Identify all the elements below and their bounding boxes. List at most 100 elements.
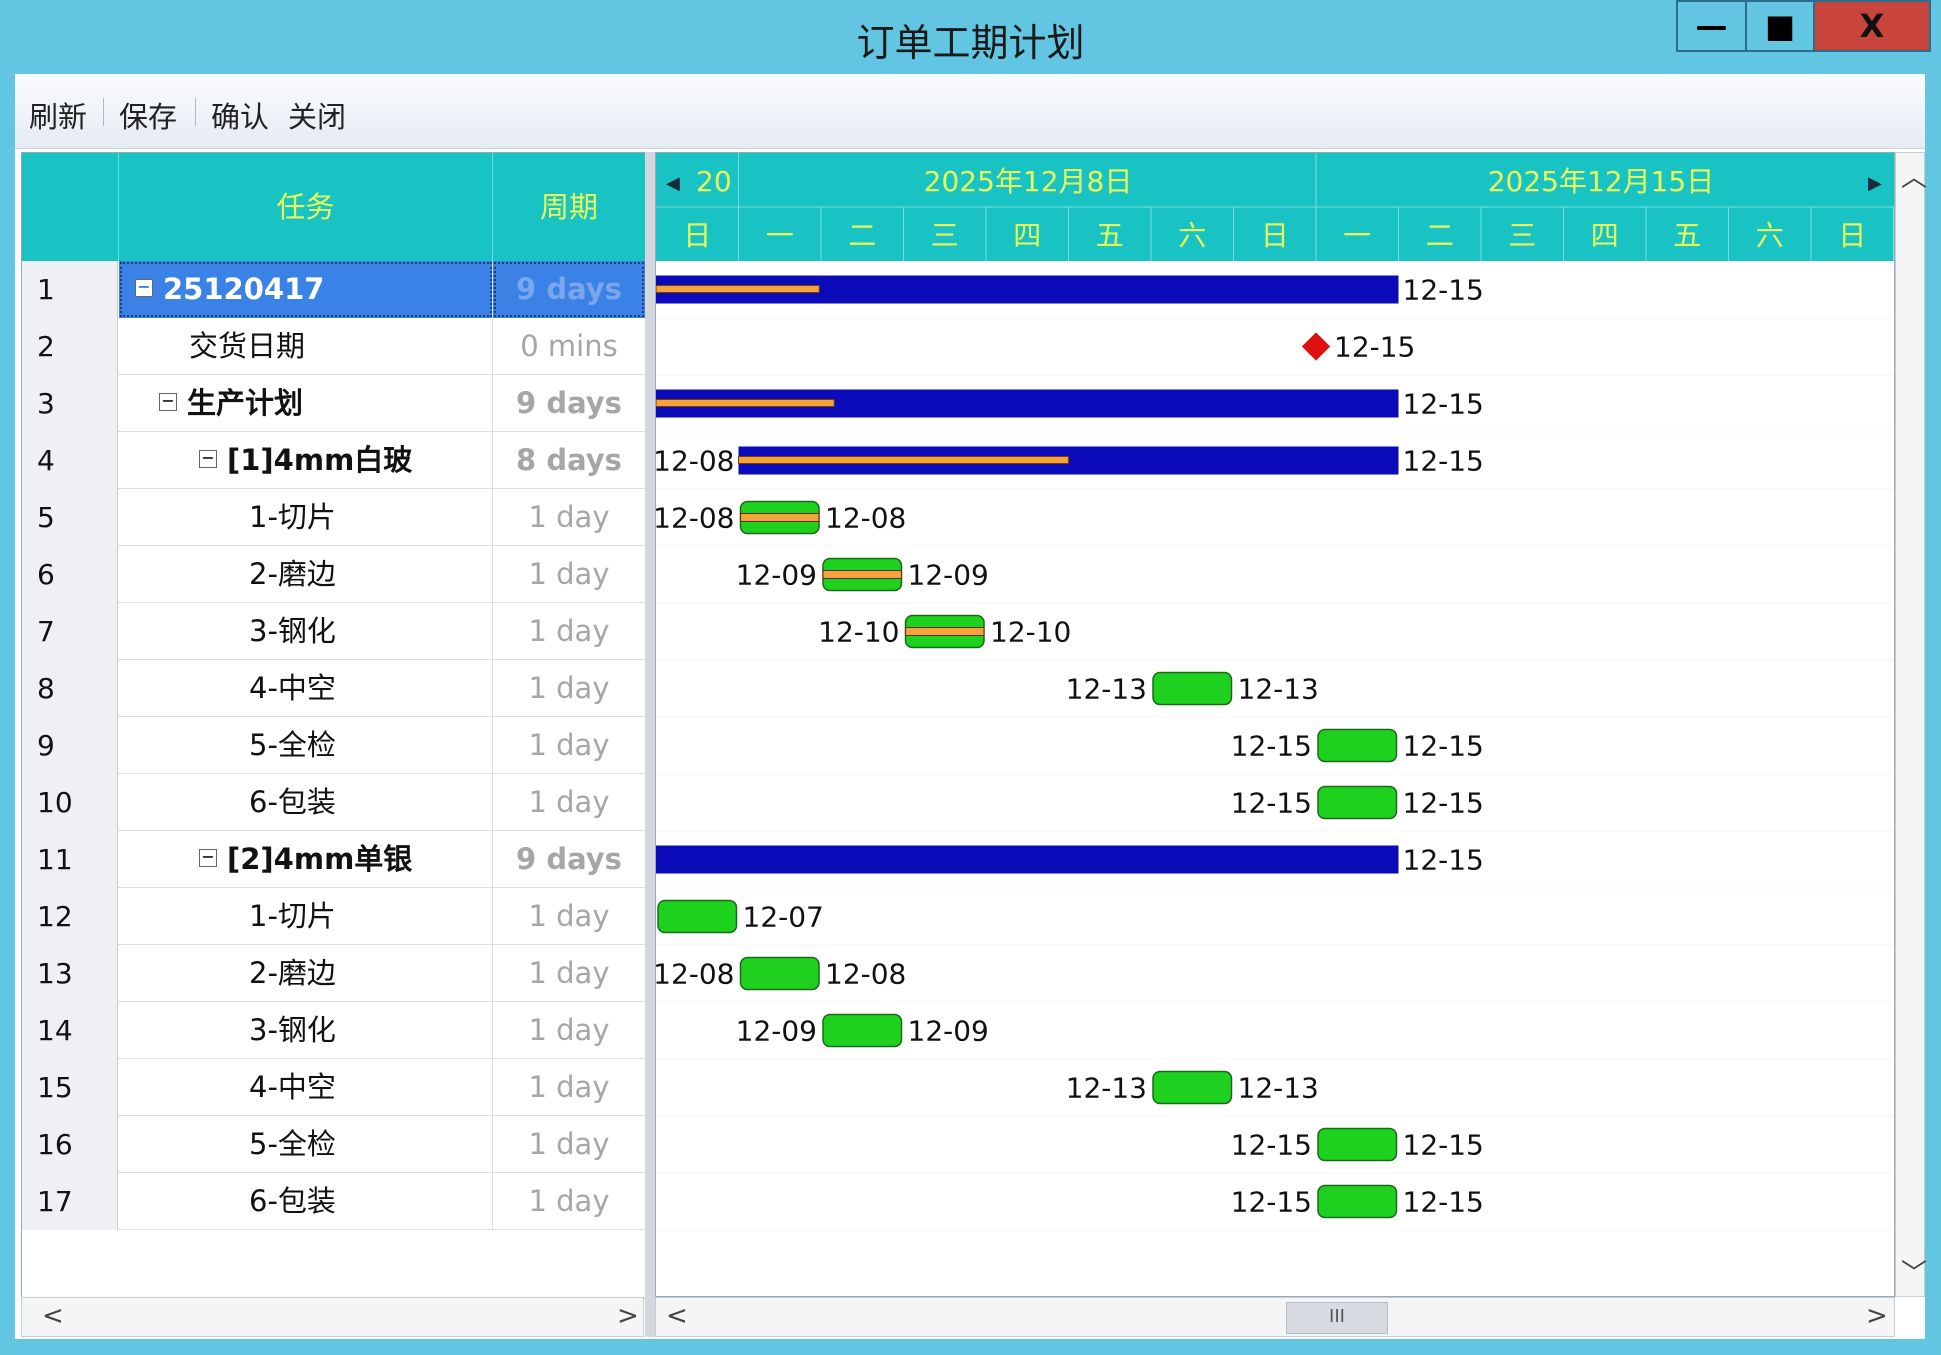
task-bar[interactable] <box>1152 671 1233 706</box>
milestone-diamond[interactable] <box>1301 332 1331 361</box>
task-cell[interactable]: 5-全检 <box>119 717 493 774</box>
collapse-icon[interactable]: − <box>159 393 177 411</box>
close-button[interactable]: 关闭 <box>288 94 346 136</box>
chart-horizontal-scrollbar[interactable]: < III > <box>655 1297 1895 1337</box>
pane-splitter[interactable] <box>645 152 655 1337</box>
day-label: 六 <box>1178 219 1206 252</box>
day-label: 日 <box>1261 219 1289 252</box>
task-cell[interactable]: 2-磨边 <box>119 945 493 1002</box>
grid-horizontal-scrollbar[interactable]: < > <box>21 1297 644 1337</box>
task-bar[interactable] <box>1317 728 1398 763</box>
task-cell[interactable]: 3-钢化 <box>119 1002 493 1059</box>
confirm-button[interactable]: 确认 <box>211 94 269 136</box>
scroll-right-icon[interactable]: > <box>1866 1301 1888 1331</box>
summary-bar[interactable] <box>656 845 1399 874</box>
task-bar[interactable] <box>657 899 738 934</box>
day-label: 三 <box>1508 219 1536 252</box>
table-row[interactable]: 3− 生产计划 9 days <box>22 375 645 432</box>
task-name: 6-包装 <box>249 1184 336 1218</box>
scroll-thumb[interactable]: III <box>1286 1302 1388 1334</box>
duration-cell: 8 days <box>516 443 622 477</box>
task-cell[interactable]: 交货日期 <box>119 318 493 375</box>
task-column-header[interactable]: 任务 <box>119 153 493 261</box>
task-cell[interactable]: 1-切片 <box>119 888 493 945</box>
collapse-icon[interactable]: − <box>199 849 217 867</box>
table-row[interactable]: 13 2-磨边 1 day <box>22 945 645 1002</box>
duration-cell: 1 day <box>528 956 610 990</box>
vertical-scrollbar[interactable]: ︿ ﹀ <box>1895 152 1927 1297</box>
table-row[interactable]: 9 5-全检 1 day <box>22 717 645 774</box>
scroll-left-icon[interactable]: < <box>666 1301 688 1331</box>
table-row[interactable]: 11− [2]4mm单银 9 days <box>22 831 645 888</box>
task-bar[interactable] <box>1317 1127 1398 1162</box>
day-label: 一 <box>1343 219 1371 252</box>
scroll-down-icon[interactable]: ﹀ <box>1901 1253 1927 1290</box>
week-next-icon[interactable]: ▶ <box>1868 173 1882 194</box>
table-row[interactable]: 16 5-全检 1 day <box>22 1116 645 1173</box>
task-cell[interactable]: 4-中空 <box>119 660 493 717</box>
task-cell[interactable]: 6-包装 <box>119 774 493 831</box>
table-row[interactable]: 10 6-包装 1 day <box>22 774 645 831</box>
task-cell[interactable]: − [1]4mm白玻 <box>119 432 493 489</box>
task-cell[interactable]: 4-中空 <box>119 1059 493 1116</box>
scroll-up-icon[interactable]: ︿ <box>1901 157 1927 194</box>
start-date-label: 12-09 <box>736 1015 817 1048</box>
end-date-label: 12-15 <box>1403 274 1484 307</box>
day-label: 四 <box>1591 219 1619 252</box>
task-name: 生产计划 <box>187 386 304 420</box>
start-date-label: 12-15 <box>1231 730 1312 763</box>
table-row[interactable]: 4− [1]4mm白玻 8 days <box>22 432 645 489</box>
table-row[interactable]: 8 4-中空 1 day <box>22 660 645 717</box>
task-bar[interactable] <box>1317 785 1398 820</box>
task-bar[interactable] <box>739 956 820 991</box>
table-row[interactable]: 15 4-中空 1 day <box>22 1059 645 1116</box>
window-body: 刷新 保存 确认 关闭 任务 周期 1−25120417 9 days 2 交货日期 0… <box>15 74 1927 1339</box>
row-number: 2 <box>22 318 118 375</box>
save-button[interactable]: 保存 <box>119 94 177 136</box>
table-row[interactable]: 5 1-切片 1 day <box>22 489 645 546</box>
refresh-button[interactable]: 刷新 <box>29 94 87 136</box>
task-bar[interactable] <box>1152 1070 1233 1105</box>
duration-cell: 1 day <box>528 1127 610 1161</box>
duration-cell: 9 days <box>493 261 645 318</box>
collapse-icon[interactable]: − <box>199 450 217 468</box>
end-date-label: 12-08 <box>825 958 906 991</box>
row-number: 1 <box>22 261 118 318</box>
task-bar[interactable] <box>822 1013 903 1048</box>
task-cell[interactable]: − 生产计划 <box>119 375 493 432</box>
task-cell[interactable]: −25120417 <box>119 261 493 318</box>
task-cell[interactable]: 2-磨边 <box>119 546 493 603</box>
duration-column-header[interactable]: 周期 <box>493 153 645 261</box>
duration-cell: 1 day <box>528 671 610 705</box>
table-row[interactable]: 7 3-钢化 1 day <box>22 603 645 660</box>
duration-cell: 1 day <box>528 1070 610 1104</box>
scroll-right-icon[interactable]: > <box>617 1301 639 1331</box>
row-number: 7 <box>22 603 118 660</box>
start-date-label: 12-10 <box>818 616 899 649</box>
task-cell[interactable]: 5-全检 <box>119 1116 493 1173</box>
end-date-label: 12-15 <box>1403 730 1484 763</box>
table-row[interactable]: 1−25120417 9 days <box>22 261 645 318</box>
table-row[interactable]: 6 2-磨边 1 day <box>22 546 645 603</box>
duration-cell: 1 day <box>528 614 610 648</box>
close-window-button[interactable]: X <box>1813 0 1931 52</box>
toolbar-separator <box>195 98 196 126</box>
task-name: 1-切片 <box>249 500 336 534</box>
task-cell[interactable]: − [2]4mm单银 <box>119 831 493 888</box>
table-row[interactable]: 12 1-切片 1 day <box>22 888 645 945</box>
maximize-button[interactable]: ■ <box>1745 0 1815 52</box>
week-prev-icon[interactable]: ◀ <box>666 173 680 194</box>
minimize-button[interactable]: — <box>1676 0 1747 52</box>
collapse-icon[interactable]: − <box>135 279 153 297</box>
scroll-left-icon[interactable]: < <box>42 1301 64 1331</box>
task-cell[interactable]: 1-切片 <box>119 489 493 546</box>
task-cell[interactable]: 3-钢化 <box>119 603 493 660</box>
task-name: 3-钢化 <box>249 1013 336 1047</box>
table-row[interactable]: 2 交货日期 0 mins <box>22 318 645 375</box>
start-date-label: 12-13 <box>1066 1072 1147 1105</box>
end-date-label: 12-13 <box>1238 673 1319 706</box>
table-row[interactable]: 17 6-包装 1 day <box>22 1173 645 1230</box>
table-row[interactable]: 14 3-钢化 1 day <box>22 1002 645 1059</box>
task-bar[interactable] <box>1317 1184 1398 1219</box>
task-cell[interactable]: 6-包装 <box>119 1173 493 1230</box>
